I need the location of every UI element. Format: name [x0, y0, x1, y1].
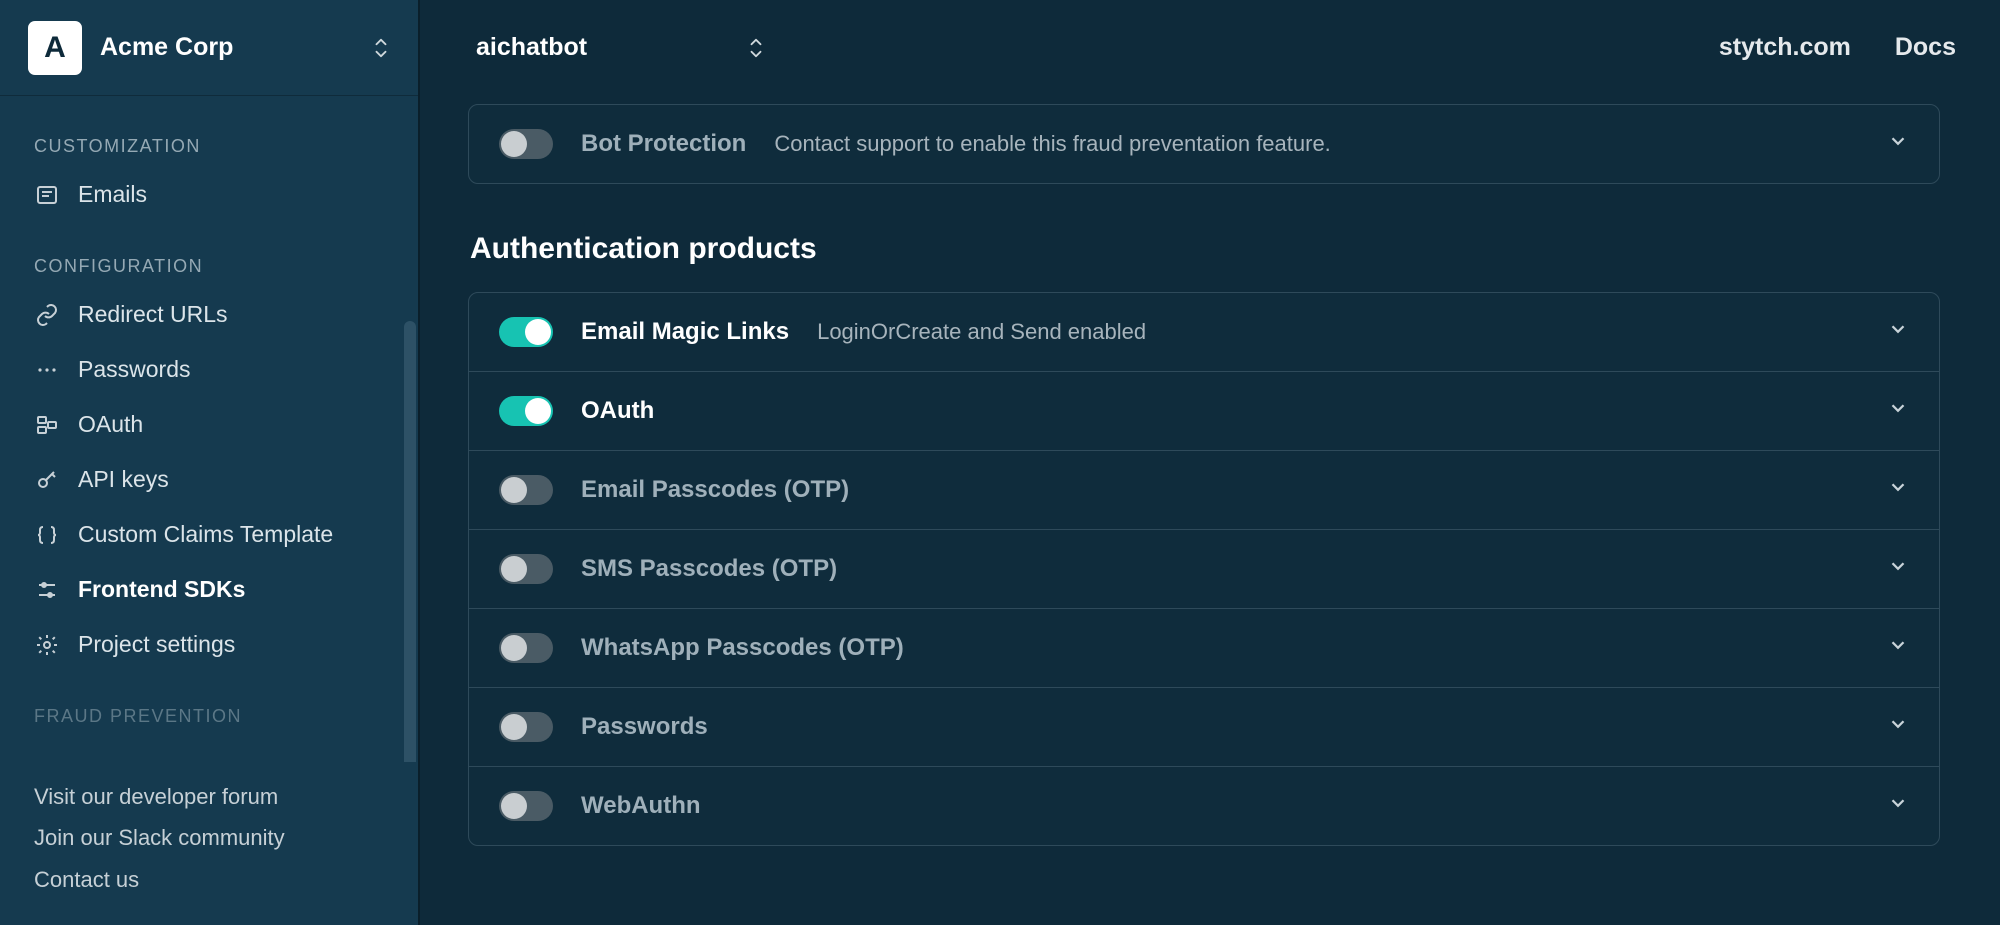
sidebar-item-label: OAuth — [78, 411, 143, 438]
sidebar-item-frontend-sdks[interactable]: Frontend SDKs — [0, 562, 418, 617]
sidebar: A Acme Corp CUSTOMIZATION Emails CONFIGU… — [0, 0, 420, 925]
chevron-up-down-icon — [747, 36, 765, 60]
main: aichatbot stytch.com Docs Bot Protection… — [420, 0, 2000, 925]
auth-product-title: SMS Passcodes (OTP) — [581, 555, 837, 583]
topbar: aichatbot stytch.com Docs — [420, 0, 2000, 96]
footer-link-contact[interactable]: Contact us — [34, 859, 384, 901]
auth-product-title: Email Passcodes (OTP) — [581, 476, 849, 504]
chevron-up-down-icon — [372, 36, 390, 60]
auth-product-row[interactable]: WebAuthn — [469, 767, 1939, 845]
link-docs[interactable]: Docs — [1895, 33, 1956, 62]
gear-icon — [34, 632, 60, 658]
auth-product-title: WhatsApp Passcodes (OTP) — [581, 634, 904, 662]
key-icon — [34, 467, 60, 493]
footer-link-forum[interactable]: Visit our developer forum — [34, 776, 384, 818]
braces-icon — [34, 522, 60, 548]
email-template-icon — [34, 182, 60, 208]
sidebar-footer: Visit our developer forum Join our Slack… — [0, 762, 418, 925]
auth-product-toggle[interactable] — [499, 475, 553, 505]
top-links: stytch.com Docs — [1719, 33, 1956, 62]
section-label-fraud: FRAUD PREVENTION — [0, 706, 418, 737]
section-label-configuration: CONFIGURATION — [0, 256, 418, 287]
sidebar-item-redirect-urls[interactable]: Redirect URLs — [0, 287, 418, 342]
auth-product-row[interactable]: SMS Passcodes (OTP) — [469, 530, 1939, 609]
sidebar-item-label: Redirect URLs — [78, 301, 228, 328]
sidebar-item-label: Project settings — [78, 631, 235, 658]
auth-product-row[interactable]: OAuth — [469, 372, 1939, 451]
sliders-icon — [34, 577, 60, 603]
auth-product-title: Passwords — [581, 713, 708, 741]
project-switcher[interactable]: aichatbot — [476, 33, 765, 62]
chevron-down-icon[interactable] — [1887, 634, 1909, 662]
sidebar-item-label: Emails — [78, 181, 147, 208]
auth-product-row[interactable]: Email Magic Links LoginOrCreate and Send … — [469, 293, 1939, 372]
chevron-down-icon[interactable] — [1887, 476, 1909, 504]
chevron-down-icon[interactable] — [1887, 130, 1909, 158]
auth-product-toggle[interactable] — [499, 396, 553, 426]
section-label-customization: CUSTOMIZATION — [0, 136, 418, 167]
link-stytch-site[interactable]: stytch.com — [1719, 33, 1851, 62]
sidebar-item-label: Passwords — [78, 356, 190, 383]
auth-product-toggle[interactable] — [499, 712, 553, 742]
chevron-down-icon[interactable] — [1887, 318, 1909, 346]
auth-products-panel: Email Magic Links LoginOrCreate and Send … — [468, 292, 1940, 846]
sidebar-item-label: Custom Claims Template — [78, 521, 333, 548]
sidebar-nav: CUSTOMIZATION Emails CONFIGURATION Redir… — [0, 96, 418, 762]
sidebar-item-label: Frontend SDKs — [78, 576, 245, 603]
chevron-down-icon[interactable] — [1887, 792, 1909, 820]
org-name: Acme Corp — [100, 33, 372, 62]
sidebar-item-api-keys[interactable]: API keys — [0, 452, 418, 507]
auth-product-row[interactable]: WhatsApp Passcodes (OTP) — [469, 609, 1939, 688]
content: Bot Protection Contact support to enable… — [420, 96, 2000, 925]
chevron-down-icon[interactable] — [1887, 397, 1909, 425]
auth-product-subtitle: LoginOrCreate and Send enabled — [817, 319, 1146, 345]
sidebar-item-label: API keys — [78, 466, 169, 493]
chevron-down-icon[interactable] — [1887, 713, 1909, 741]
bot-protection-desc: Contact support to enable this fraud pre… — [774, 131, 1330, 157]
org-switcher[interactable]: A Acme Corp — [0, 0, 418, 96]
oauth-icon — [34, 412, 60, 438]
auth-product-toggle[interactable] — [499, 554, 553, 584]
project-name: aichatbot — [476, 33, 587, 62]
org-badge: A — [28, 21, 82, 75]
sidebar-item-emails[interactable]: Emails — [0, 167, 418, 222]
chevron-down-icon[interactable] — [1887, 555, 1909, 583]
auth-product-title: OAuth — [581, 397, 654, 425]
bot-protection-title: Bot Protection — [581, 130, 746, 158]
auth-product-toggle[interactable] — [499, 791, 553, 821]
auth-product-toggle[interactable] — [499, 633, 553, 663]
auth-product-row[interactable]: Email Passcodes (OTP) — [469, 451, 1939, 530]
auth-product-toggle[interactable] — [499, 317, 553, 347]
auth-product-title: Email Magic Links — [581, 318, 789, 346]
auth-product-row[interactable]: Passwords — [469, 688, 1939, 767]
sidebar-item-passwords[interactable]: Passwords — [0, 342, 418, 397]
bot-protection-panel: Bot Protection Contact support to enable… — [468, 104, 1940, 184]
sidebar-item-custom-claims[interactable]: Custom Claims Template — [0, 507, 418, 562]
bot-protection-toggle[interactable] — [499, 129, 553, 159]
footer-link-slack[interactable]: Join our Slack community — [34, 817, 384, 859]
link-icon — [34, 302, 60, 328]
passwords-icon — [34, 357, 60, 383]
auth-products-heading: Authentication products — [470, 232, 1940, 266]
sidebar-item-oauth[interactable]: OAuth — [0, 397, 418, 452]
sidebar-scrollbar[interactable] — [404, 321, 416, 762]
sidebar-item-project-settings[interactable]: Project settings — [0, 617, 418, 672]
auth-product-title: WebAuthn — [581, 792, 701, 820]
bot-protection-row[interactable]: Bot Protection Contact support to enable… — [469, 105, 1939, 183]
